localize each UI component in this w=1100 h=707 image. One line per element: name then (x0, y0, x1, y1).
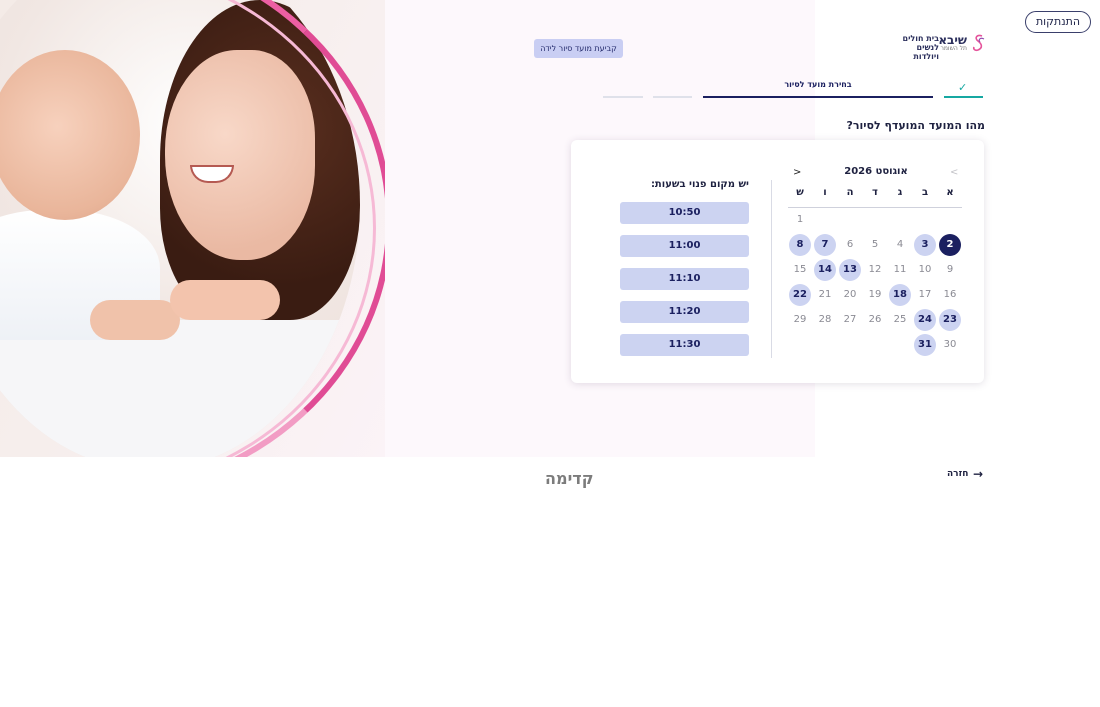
calendar-day-selected[interactable]: 2 (939, 234, 961, 256)
calendar-next-button[interactable]: > (793, 167, 801, 178)
calendar-day: 16 (943, 289, 957, 300)
calendar-day: 21 (818, 289, 832, 300)
page-question: מהו המועד המועדף לסיור? (846, 119, 985, 132)
baby-head (0, 50, 140, 220)
time-slot-button[interactable]: 10:50 (620, 202, 749, 224)
time-slot-button[interactable]: 11:10 (620, 268, 749, 290)
calendar-day: 15 (793, 264, 807, 275)
progress-step-1 (944, 96, 983, 98)
calendar-day-available[interactable]: 14 (814, 259, 836, 281)
calendar-day: 28 (818, 314, 832, 325)
calendar-day-available[interactable]: 3 (914, 234, 936, 256)
calendar-day: 29 (793, 314, 807, 325)
calendar-header-divider (788, 207, 962, 208)
weekday-tue: ג (897, 187, 903, 198)
calendar-day: 19 (868, 289, 882, 300)
time-slot-button[interactable]: 11:30 (620, 334, 749, 356)
calendar-day: 20 (843, 289, 857, 300)
available-times-title: יש מקום פנוי בשעות: (650, 179, 749, 190)
calendar-day-available[interactable]: 24 (914, 309, 936, 331)
weekday-fri: ו (823, 187, 827, 198)
time-slot-button[interactable]: 11:20 (620, 301, 749, 323)
time-slot-button[interactable]: 11:00 (620, 235, 749, 257)
calendar-day: 10 (918, 264, 932, 275)
calendar-month-title: אוגוסט 2026 (844, 166, 908, 177)
calendar-day: 9 (946, 264, 954, 275)
calendar-day: 30 (943, 339, 957, 350)
logo-sub-text: תל השומר (940, 45, 967, 52)
current-step-label: בחירת מועד לסיור (784, 80, 852, 89)
calendar-day-available[interactable]: 13 (839, 259, 861, 281)
calendar-day: 27 (843, 314, 857, 325)
progress-step-2 (703, 96, 933, 98)
blanket (0, 320, 360, 457)
calendar-day-available[interactable]: 18 (889, 284, 911, 306)
logo-hospital-text: בית חולים לנשים ויולדות (902, 34, 940, 61)
sheba-logo-icon (972, 34, 985, 52)
arrow-right-icon: → (973, 467, 984, 481)
book-tour-button[interactable]: קביעת מועד סיור לידה (534, 39, 623, 58)
mother-face (165, 50, 315, 260)
weekday-mon: ב (921, 187, 929, 198)
calendar-day: 26 (868, 314, 882, 325)
calendar-day-available[interactable]: 7 (814, 234, 836, 256)
logout-button[interactable]: התנתקות (1025, 11, 1091, 33)
calendar-day: 25 (893, 314, 907, 325)
hospital-logo: שיבא תל השומר בית חולים לנשים ויולדות (895, 33, 987, 61)
footer-brand-logo: קדימה (545, 469, 594, 488)
calendar-day: 4 (896, 239, 904, 250)
calendar-day: 11 (893, 264, 907, 275)
step-done-check-icon: ✓ (958, 81, 968, 94)
mother-hand (170, 280, 280, 320)
calendar-day-available[interactable]: 31 (914, 334, 936, 356)
weekday-sun: א (946, 187, 954, 198)
calendar-day-available[interactable]: 23 (939, 309, 961, 331)
back-link[interactable]: חזרה → (947, 467, 987, 483)
calendar-day: 12 (868, 264, 882, 275)
back-label: חזרה (947, 469, 969, 479)
photo-circle (0, 0, 360, 457)
calendar-day-available[interactable]: 22 (789, 284, 811, 306)
weekday-sat: ש (796, 187, 804, 198)
weekday-thu: ה (846, 187, 854, 198)
progress-step-3 (653, 96, 692, 98)
calendar-day: 1 (796, 214, 804, 225)
calendar-day: 6 (846, 239, 854, 250)
calendar-day-available[interactable]: 8 (789, 234, 811, 256)
progress-step-4 (603, 96, 643, 98)
panel-divider (771, 180, 772, 358)
baby-arm (90, 300, 180, 340)
weekday-wed: ד (872, 187, 878, 198)
calendar-day: 5 (871, 239, 879, 250)
calendar-prev-button[interactable]: < (950, 167, 958, 178)
hero-photo (0, 0, 385, 457)
calendar-day: 17 (918, 289, 932, 300)
